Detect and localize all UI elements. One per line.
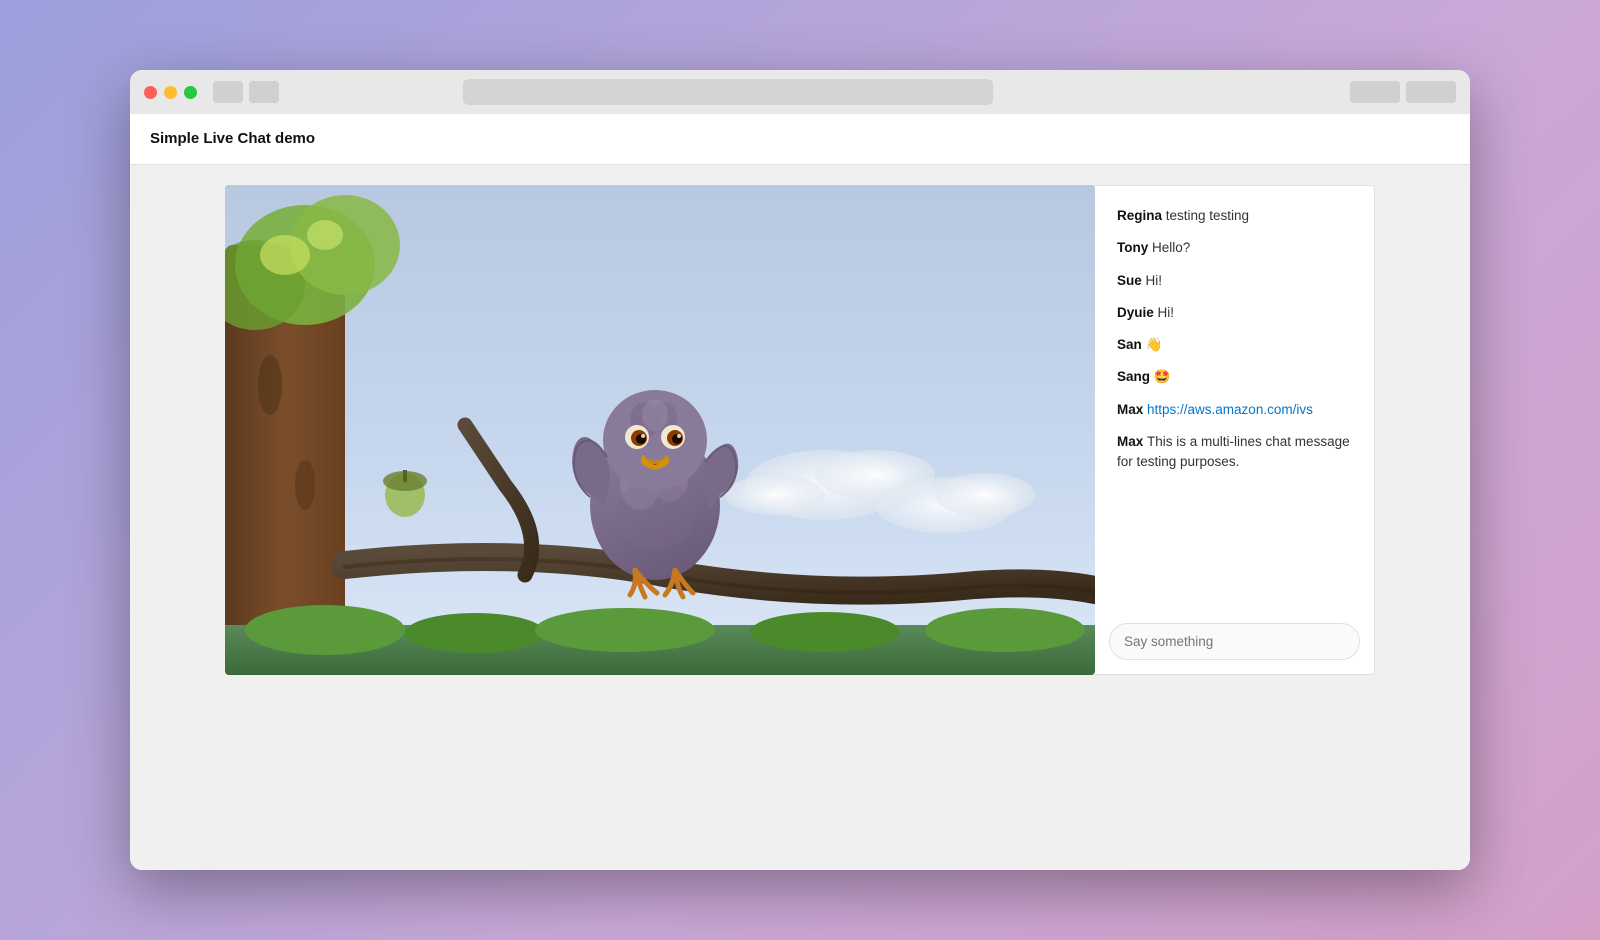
chat-text: Hello? [1152, 240, 1190, 255]
browser-window: Simple Live Chat demo [130, 70, 1470, 870]
chat-input-area [1095, 613, 1374, 674]
chat-message: Max https://aws.amazon.com/ivs [1109, 396, 1360, 424]
close-button[interactable] [144, 86, 157, 99]
chat-text: 👋 [1146, 337, 1163, 352]
minimize-button[interactable] [164, 86, 177, 99]
share-button[interactable] [1350, 81, 1400, 103]
page-content: Regina testing testing Tony Hello? Sue Hi!… [130, 165, 1470, 870]
chat-username: Sue [1117, 273, 1146, 288]
chat-username: Dyuie [1117, 305, 1158, 320]
browser-titlebar [130, 70, 1470, 114]
address-bar[interactable] [463, 79, 993, 105]
chat-text: Hi! [1146, 273, 1163, 288]
chat-username: Tony [1117, 240, 1152, 255]
page-title: Simple Live Chat demo [150, 130, 315, 147]
chat-username: San [1117, 337, 1146, 352]
chat-link[interactable]: https://aws.amazon.com/ivs [1147, 402, 1313, 417]
chat-text: testing testing [1166, 208, 1249, 223]
chat-text: Hi! [1158, 305, 1175, 320]
back-forward-button[interactable] [213, 81, 243, 103]
video-player[interactable] [225, 185, 1095, 675]
chat-text: This is a multi-lines chat message for t… [1117, 434, 1350, 469]
chat-panel: Regina testing testing Tony Hello? Sue Hi!… [1095, 185, 1375, 675]
traffic-lights [144, 86, 197, 99]
chat-input[interactable] [1109, 623, 1360, 660]
chat-text: 🤩 [1154, 369, 1171, 384]
chat-message: Sue Hi! [1109, 267, 1360, 295]
chat-message: Tony Hello? [1109, 234, 1360, 262]
chat-message: San 👋 [1109, 331, 1360, 359]
chat-message: Max This is a multi-lines chat message f… [1109, 428, 1360, 477]
chat-message: Regina testing testing [1109, 202, 1360, 230]
fullscreen-button[interactable] [184, 86, 197, 99]
nav-buttons [213, 81, 279, 103]
reload-button[interactable] [249, 81, 279, 103]
chat-message: Sang 🤩 [1109, 363, 1360, 391]
chat-username: Sang [1117, 369, 1154, 384]
chat-username: Regina [1117, 208, 1166, 223]
chat-username: Max [1117, 434, 1147, 449]
chat-message: Dyuie Hi! [1109, 299, 1360, 327]
page-header: Simple Live Chat demo [130, 114, 1470, 165]
chat-messages-list: Regina testing testing Tony Hello? Sue Hi!… [1095, 186, 1374, 613]
browser-actions [1350, 81, 1456, 103]
tab-button[interactable] [1406, 81, 1456, 103]
chat-username: Max [1117, 402, 1147, 417]
main-layout: Regina testing testing Tony Hello? Sue Hi!… [200, 185, 1400, 850]
